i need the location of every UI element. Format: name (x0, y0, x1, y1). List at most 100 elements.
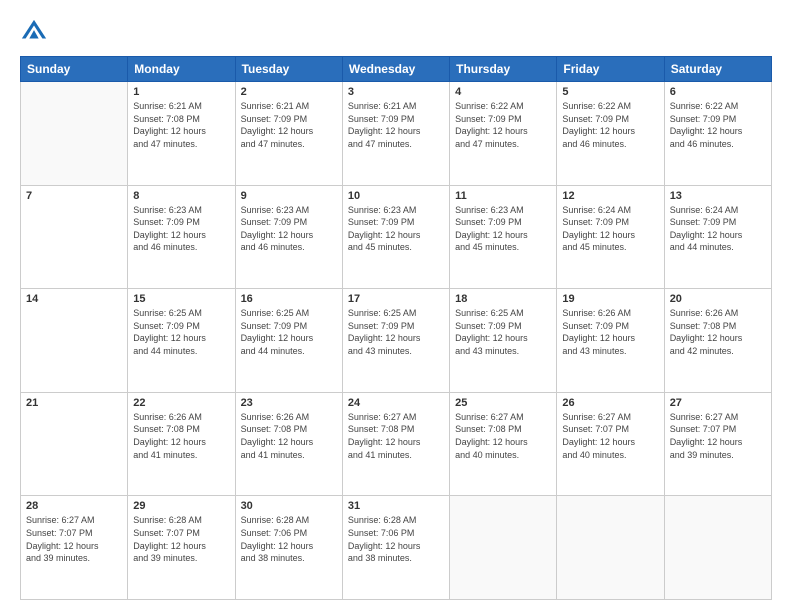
day-info: Sunrise: 6:23 AMSunset: 7:09 PMDaylight:… (133, 204, 229, 254)
calendar-day-header: Sunday (21, 57, 128, 82)
calendar-cell: 25 Sunrise: 6:27 AMSunset: 7:08 PMDayligh… (450, 392, 557, 496)
day-number: 5 (562, 86, 658, 98)
calendar-cell: 20 Sunrise: 6:26 AMSunset: 7:08 PMDayligh… (664, 289, 771, 393)
calendar-cell: 21 (21, 392, 128, 496)
calendar-cell: 26 Sunrise: 6:27 AMSunset: 7:07 PMDayligh… (557, 392, 664, 496)
calendar-cell: 8 Sunrise: 6:23 AMSunset: 7:09 PMDaylight… (128, 185, 235, 289)
day-info: Sunrise: 6:21 AMSunset: 7:08 PMDaylight:… (133, 100, 229, 150)
calendar-header-row: SundayMondayTuesdayWednesdayThursdayFrid… (21, 57, 772, 82)
calendar-cell: 29Sunrise: 6:28 AMSunset: 7:07 PMDayligh… (128, 496, 235, 600)
day-number: 21 (26, 397, 122, 409)
calendar-day-header: Thursday (450, 57, 557, 82)
calendar-cell: 10 Sunrise: 6:23 AMSunset: 7:09 PMDayligh… (342, 185, 449, 289)
day-info: Sunrise: 6:28 AMSunset: 7:06 PMDaylight:… (241, 514, 337, 564)
calendar-cell: 18Sunrise: 6:25 AMSunset: 7:09 PMDayligh… (450, 289, 557, 393)
day-info: Sunrise: 6:27 AMSunset: 7:07 PMDaylight:… (562, 411, 658, 461)
header (20, 18, 772, 46)
day-number: 24 (348, 397, 444, 409)
day-number: 19 (562, 293, 658, 305)
calendar-cell: 16Sunrise: 6:25 AMSunset: 7:09 PMDayligh… (235, 289, 342, 393)
day-number: 28 (26, 500, 122, 512)
calendar-week-row: 78 Sunrise: 6:23 AMSunset: 7:09 PMDayligh… (21, 185, 772, 289)
day-info: Sunrise: 6:25 AMSunset: 7:09 PMDaylight:… (348, 307, 444, 357)
day-number: 10 (348, 190, 444, 202)
calendar-week-row: 14 15 Sunrise: 6:25 AMSunset: 7:09 PMDayli… (21, 289, 772, 393)
day-number: 14 (26, 293, 122, 305)
day-number: 13 (670, 190, 766, 202)
calendar-day-header: Friday (557, 57, 664, 82)
calendar-week-row: 1 Sunrise: 6:21 AMSunset: 7:08 PMDaylight… (21, 82, 772, 186)
day-info: Sunrise: 6:23 AMSunset: 7:09 PMDaylight:… (455, 204, 551, 254)
day-number: 1 (133, 86, 229, 98)
calendar-cell: 17 Sunrise: 6:25 AMSunset: 7:09 PMDayligh… (342, 289, 449, 393)
day-info: Sunrise: 6:21 AMSunset: 7:09 PMDaylight:… (241, 100, 337, 150)
calendar-week-row: 28 Sunrise: 6:27 AMSunset: 7:07 PMDayligh… (21, 496, 772, 600)
day-number: 29 (133, 500, 229, 512)
calendar-table: SundayMondayTuesdayWednesdayThursdayFrid… (20, 56, 772, 600)
calendar-cell: 5 Sunrise: 6:22 AMSunset: 7:09 PMDaylight… (557, 82, 664, 186)
day-number: 15 (133, 293, 229, 305)
day-info: Sunrise: 6:22 AMSunset: 7:09 PMDaylight:… (562, 100, 658, 150)
calendar-cell: 23 Sunrise: 6:26 AMSunset: 7:08 PMDayligh… (235, 392, 342, 496)
calendar-day-header: Monday (128, 57, 235, 82)
calendar-cell: 2 Sunrise: 6:21 AMSunset: 7:09 PMDaylight… (235, 82, 342, 186)
calendar-cell (21, 82, 128, 186)
calendar-cell: 6 Sunrise: 6:22 AMSunset: 7:09 PMDaylight… (664, 82, 771, 186)
day-number: 20 (670, 293, 766, 305)
calendar-cell: 1 Sunrise: 6:21 AMSunset: 7:08 PMDaylight… (128, 82, 235, 186)
logo-icon (20, 18, 48, 46)
day-number: 6 (670, 86, 766, 98)
day-info: Sunrise: 6:26 AMSunset: 7:08 PMDaylight:… (133, 411, 229, 461)
day-number: 23 (241, 397, 337, 409)
calendar-cell: 11 Sunrise: 6:23 AMSunset: 7:09 PMDayligh… (450, 185, 557, 289)
day-info: Sunrise: 6:27 AMSunset: 7:08 PMDaylight:… (348, 411, 444, 461)
calendar-cell: 14 (21, 289, 128, 393)
day-info: Sunrise: 6:22 AMSunset: 7:09 PMDaylight:… (670, 100, 766, 150)
day-number: 2 (241, 86, 337, 98)
day-info: Sunrise: 6:23 AMSunset: 7:09 PMDaylight:… (241, 204, 337, 254)
day-info: Sunrise: 6:22 AMSunset: 7:09 PMDaylight:… (455, 100, 551, 150)
day-info: Sunrise: 6:27 AMSunset: 7:07 PMDaylight:… (26, 514, 122, 564)
day-number: 9 (241, 190, 337, 202)
day-number: 7 (26, 190, 122, 202)
day-info: Sunrise: 6:26 AMSunset: 7:08 PMDaylight:… (670, 307, 766, 357)
logo (20, 18, 52, 46)
day-number: 25 (455, 397, 551, 409)
calendar-cell: 15 Sunrise: 6:25 AMSunset: 7:09 PMDayligh… (128, 289, 235, 393)
day-number: 17 (348, 293, 444, 305)
calendar-cell: 7 (21, 185, 128, 289)
day-number: 11 (455, 190, 551, 202)
day-number: 12 (562, 190, 658, 202)
calendar-cell: 30 Sunrise: 6:28 AMSunset: 7:06 PMDayligh… (235, 496, 342, 600)
calendar-cell (557, 496, 664, 600)
day-number: 26 (562, 397, 658, 409)
day-info: Sunrise: 6:26 AMSunset: 7:09 PMDaylight:… (562, 307, 658, 357)
calendar-cell: 12 Sunrise: 6:24 AMSunset: 7:09 PMDayligh… (557, 185, 664, 289)
day-number: 27 (670, 397, 766, 409)
day-info: Sunrise: 6:25 AMSunset: 7:09 PMDaylight:… (133, 307, 229, 357)
calendar-cell: 24 Sunrise: 6:27 AMSunset: 7:08 PMDayligh… (342, 392, 449, 496)
day-number: 3 (348, 86, 444, 98)
day-info: Sunrise: 6:24 AMSunset: 7:09 PMDaylight:… (670, 204, 766, 254)
calendar-cell: 9 Sunrise: 6:23 AMSunset: 7:09 PMDaylight… (235, 185, 342, 289)
calendar-cell: 4Sunrise: 6:22 AMSunset: 7:09 PMDaylight… (450, 82, 557, 186)
calendar-cell (664, 496, 771, 600)
page: SundayMondayTuesdayWednesdayThursdayFrid… (0, 0, 792, 612)
calendar-week-row: 21 22Sunrise: 6:26 AMSunset: 7:08 PMDayli… (21, 392, 772, 496)
day-number: 30 (241, 500, 337, 512)
calendar-cell: 13 Sunrise: 6:24 AMSunset: 7:09 PMDayligh… (664, 185, 771, 289)
day-info: Sunrise: 6:27 AMSunset: 7:07 PMDaylight:… (670, 411, 766, 461)
day-info: Sunrise: 6:25 AMSunset: 7:09 PMDaylight:… (241, 307, 337, 357)
calendar-cell: 31Sunrise: 6:28 AMSunset: 7:06 PMDayligh… (342, 496, 449, 600)
day-info: Sunrise: 6:23 AMSunset: 7:09 PMDaylight:… (348, 204, 444, 254)
day-info: Sunrise: 6:25 AMSunset: 7:09 PMDaylight:… (455, 307, 551, 357)
calendar-cell: 19 Sunrise: 6:26 AMSunset: 7:09 PMDayligh… (557, 289, 664, 393)
day-info: Sunrise: 6:26 AMSunset: 7:08 PMDaylight:… (241, 411, 337, 461)
day-number: 31 (348, 500, 444, 512)
calendar-day-header: Saturday (664, 57, 771, 82)
calendar-cell: 22Sunrise: 6:26 AMSunset: 7:08 PMDayligh… (128, 392, 235, 496)
day-info: Sunrise: 6:27 AMSunset: 7:08 PMDaylight:… (455, 411, 551, 461)
day-number: 8 (133, 190, 229, 202)
calendar-cell: 27 Sunrise: 6:27 AMSunset: 7:07 PMDayligh… (664, 392, 771, 496)
day-info: Sunrise: 6:24 AMSunset: 7:09 PMDaylight:… (562, 204, 658, 254)
